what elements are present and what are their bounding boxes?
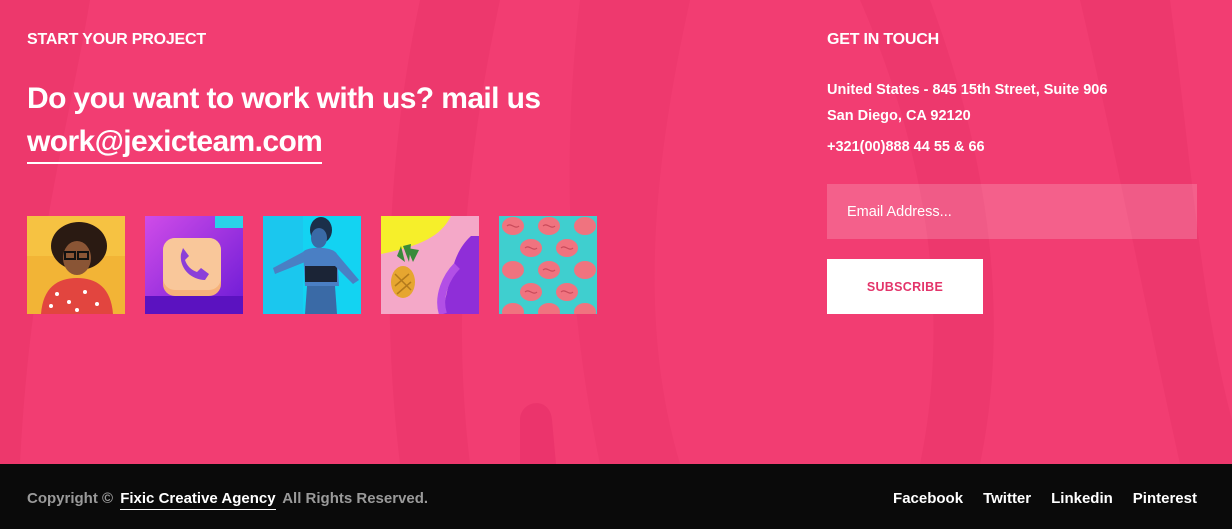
address-line-1: United States - 845 15th Street, Suite 9… [827, 82, 1108, 98]
copyright-text: Copyright © Fixic Creative Agency All Ri… [27, 490, 429, 510]
social-links: Facebook Twitter Linkedin Pinterest [893, 490, 1197, 507]
copyright-suffix: All Rights Reserved. [282, 490, 429, 507]
pineapple-pop-art-image[interactable] [381, 216, 479, 314]
contact-email-link[interactable]: work@jexicteam.com [27, 124, 323, 164]
copyright-prefix: Copyright © [27, 490, 114, 507]
phone-number: +321(00)888 44 55 & 66 [827, 139, 985, 155]
fitness-woman-cyan-image[interactable] [263, 216, 361, 314]
brand-link[interactable]: Fixic Creative Agency [120, 490, 276, 510]
pinterest-link[interactable]: Pinterest [1133, 490, 1197, 507]
newsletter-email-input[interactable] [827, 184, 1197, 239]
pink-brains-pattern-image[interactable] [499, 216, 597, 314]
footer-bar: Copyright © Fixic Creative Agency All Ri… [0, 464, 1232, 529]
get-in-touch-heading: GET IN TOUCH [827, 31, 939, 48]
phone-app-icon-image[interactable] [145, 216, 243, 314]
address-line-2: San Diego, CA 92120 [827, 108, 971, 124]
start-project-heading: START YOUR PROJECT [27, 31, 206, 48]
instagram-gallery [27, 216, 597, 314]
woman-portrait-yellow-image[interactable] [27, 216, 125, 314]
subscribe-button[interactable]: SUBSCRIBE [827, 259, 983, 314]
contact-section: START YOUR PROJECT Do you want to work w… [0, 0, 1232, 464]
project-pitch-text: Do you want to work with us? mail us [27, 82, 541, 115]
facebook-link[interactable]: Facebook [893, 490, 963, 507]
linkedin-link[interactable]: Linkedin [1051, 490, 1113, 507]
twitter-link[interactable]: Twitter [983, 490, 1031, 507]
